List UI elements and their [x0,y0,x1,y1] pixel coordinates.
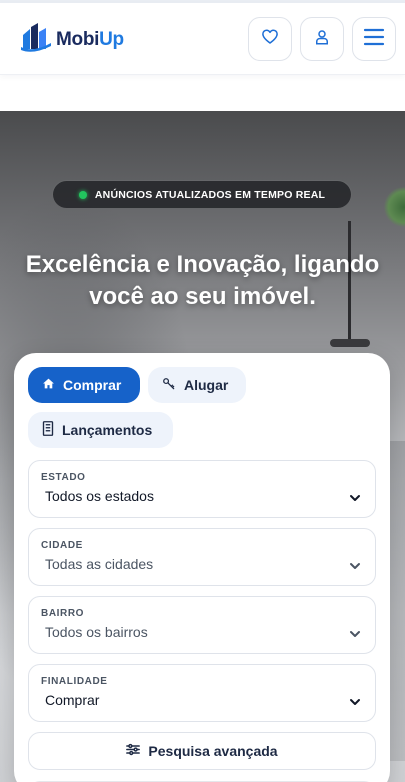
chevron-down-icon [349,489,361,507]
tab-label: Alugar [184,377,229,393]
tab-comprar[interactable]: Comprar [28,367,140,403]
brand-name: MobiUp [56,29,124,50]
badge-text: ANÚNCIOS ATUALIZADOS EM TEMPO REAL [94,188,326,201]
key-icon [162,377,176,394]
user-icon [313,28,331,51]
advanced-search-label: Pesquisa avançada [148,743,278,759]
menu-button[interactable] [352,17,396,61]
heart-icon [261,28,279,51]
field-value: Todas as cidades [45,556,154,572]
favorites-button[interactable] [248,17,292,61]
tab-alugar[interactable]: Alugar [148,367,246,403]
hero-plant [384,187,405,227]
hero-headline: Excelência e Inovação, ligando você ao s… [25,251,380,310]
logo-icon [21,22,53,58]
field-label: FINALIDADE [41,676,108,687]
finalidade-select[interactable]: FINALIDADE Comprar [28,664,376,722]
tab-label: Lançamentos [62,422,153,438]
hero-lamp-base [330,339,370,347]
sliders-icon [126,743,141,759]
chevron-down-icon [349,625,361,643]
tab-lancamentos[interactable]: Lançamentos [28,412,173,448]
menu-icon [363,27,385,52]
bairro-select[interactable]: BAIRRO Todos os bairros [28,596,376,654]
home-icon [42,377,55,393]
account-button[interactable] [300,17,344,61]
field-value: Comprar [45,692,100,708]
tab-label: Comprar [63,377,122,393]
cidade-select[interactable]: CIDADE Todas as cidades [28,528,376,586]
live-dot [78,190,87,199]
field-label: CIDADE [41,540,83,551]
hero-section: ANÚNCIOS ATUALIZADOS EM TEMPO REAL Excel… [0,111,405,782]
estado-select[interactable]: ESTADO Todos os estados [28,460,376,518]
field-label: ESTADO [41,472,86,483]
search-card: Comprar Alugar Lançamentos ESTADO Todos … [14,353,390,782]
advanced-search-button[interactable]: Pesquisa avançada [28,732,376,770]
chevron-down-icon [349,693,361,711]
field-label: BAIRRO [41,608,85,619]
field-value: Todos os estados [45,488,154,504]
brand-logo[interactable]: MobiUp [21,22,124,58]
realtime-badge: ANÚNCIOS ATUALIZADOS EM TEMPO REAL [52,180,352,209]
building-icon [42,421,54,439]
chevron-down-icon [349,557,361,575]
field-value: Todos os bairros [45,624,148,640]
site-header: MobiUp [0,3,405,75]
